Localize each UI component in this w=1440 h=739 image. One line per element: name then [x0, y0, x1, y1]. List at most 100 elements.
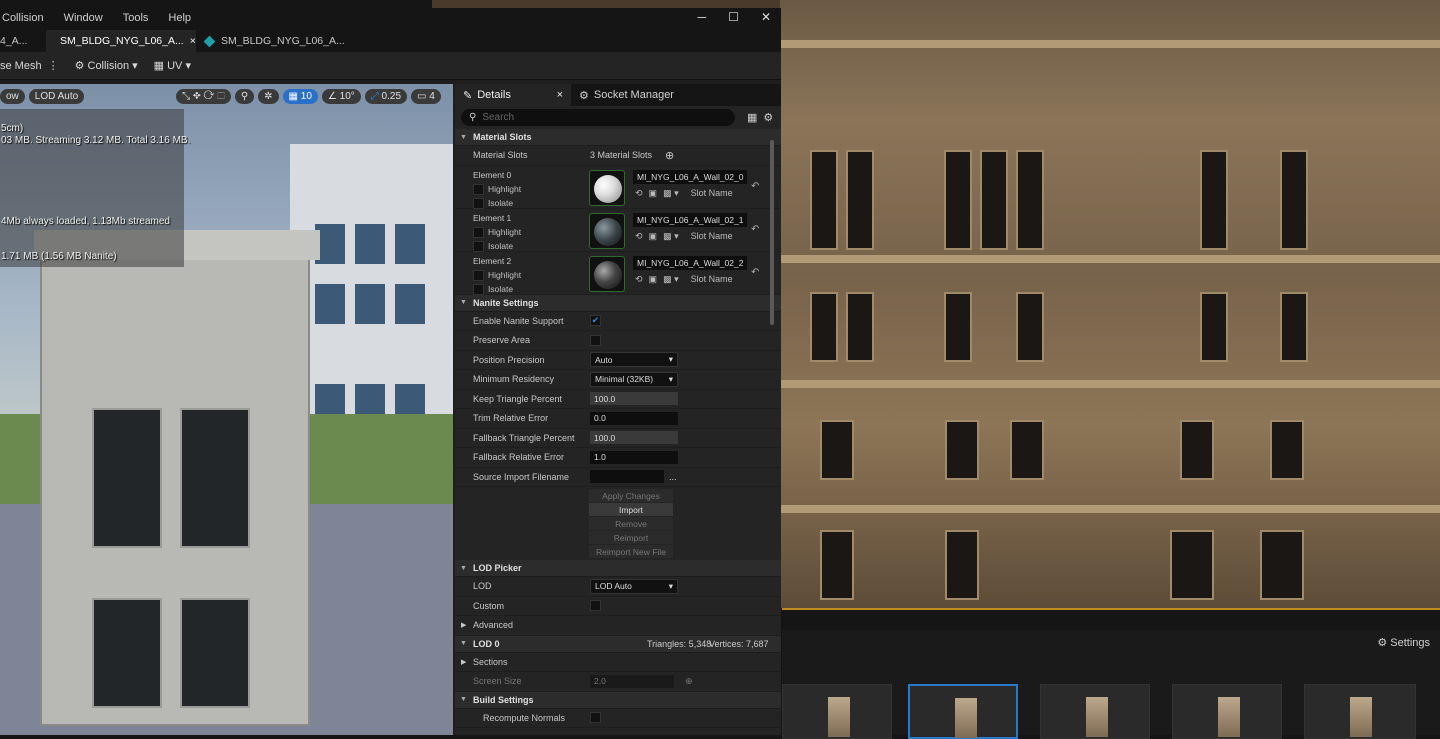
- fallback-triangle-input[interactable]: 100.0: [590, 431, 678, 445]
- dropdown-value: LOD Auto: [595, 581, 632, 592]
- tab-details[interactable]: ✎ Details ×: [455, 84, 571, 106]
- remove-button[interactable]: Remove: [589, 517, 673, 530]
- keep-triangle-input[interactable]: 100.0: [590, 392, 678, 406]
- camera-speed-button[interactable]: ▭ 4: [411, 88, 441, 104]
- asset-thumbnail[interactable]: [908, 684, 1018, 739]
- toolbar-more-icon[interactable]: ⋮: [48, 59, 59, 72]
- menu-help[interactable]: Help: [168, 12, 191, 24]
- isolate-label: Isolate: [488, 241, 514, 251]
- checker-dropdown-icon[interactable]: ▩ ▾: [663, 231, 679, 242]
- transform-tools[interactable]: ⤡ ✥ ⟳ ⬚: [176, 88, 231, 104]
- property-label: Fallback Triangle Percent: [473, 432, 575, 443]
- section-nanite-settings[interactable]: Nanite Settings: [455, 294, 781, 312]
- triangles-count: Triangles: 5,348: [647, 638, 712, 649]
- asset-thumbnail[interactable]: [782, 684, 892, 739]
- lod-button[interactable]: LOD Auto: [28, 88, 85, 104]
- isolate-checkbox[interactable]: [473, 197, 484, 209]
- material-thumbnail[interactable]: [589, 255, 625, 292]
- reset-icon[interactable]: ↶: [751, 267, 759, 278]
- rotation-snap-button[interactable]: ∠ 10°: [321, 88, 361, 104]
- material-thumbnail[interactable]: [589, 169, 625, 206]
- custom-checkbox[interactable]: [590, 600, 601, 612]
- asset-thumbnail[interactable]: [1040, 684, 1150, 739]
- world-local-icon[interactable]: ✲: [258, 88, 279, 104]
- slot-name-field[interactable]: Slot Name: [691, 188, 733, 198]
- browse-mesh-button[interactable]: se Mesh: [0, 60, 42, 72]
- settings-button[interactable]: ⚙ Settings: [1377, 636, 1430, 649]
- material-name-field[interactable]: MI_NYG_L06_A_Wall_02_2: [633, 255, 747, 270]
- grid-snap-button[interactable]: ▦ 10: [282, 88, 318, 104]
- highlight-checkbox[interactable]: [473, 226, 484, 238]
- material-thumbnail[interactable]: [589, 212, 625, 249]
- search-input[interactable]: ⚲ Search: [461, 109, 735, 126]
- enable-nanite-checkbox[interactable]: ✔: [590, 315, 601, 327]
- trim-error-input[interactable]: 0.0: [590, 411, 678, 425]
- section-lod-picker[interactable]: LOD Picker: [455, 560, 781, 577]
- tab-asset-2[interactable]: SM_BLDG_NYG_L06_A...: [196, 30, 353, 52]
- tab-socket-manager[interactable]: ⚙ Socket Manager: [571, 84, 682, 106]
- screen-size-input[interactable]: 2.0: [590, 674, 674, 688]
- dropdown-value: Auto: [595, 354, 613, 365]
- scrollbar[interactable]: [770, 140, 774, 325]
- view-mode-button[interactable]: ow: [0, 88, 25, 104]
- property-label: Source Import Filename: [473, 471, 570, 482]
- source-import-input[interactable]: [590, 470, 664, 484]
- checker-dropdown-icon[interactable]: ▩ ▾: [663, 274, 679, 285]
- minimize-button[interactable]: ─: [698, 10, 707, 24]
- sections-row[interactable]: ▶ Sections: [455, 653, 781, 672]
- reset-icon[interactable]: ↶: [751, 224, 759, 235]
- apply-changes-button[interactable]: Apply Changes: [589, 489, 673, 502]
- fallback-error-input[interactable]: 1.0: [590, 450, 678, 464]
- isolate-checkbox[interactable]: [473, 283, 484, 295]
- highlight-checkbox[interactable]: [473, 269, 484, 281]
- menu-tools[interactable]: Tools: [123, 12, 149, 24]
- add-slot-icon[interactable]: ⊕: [665, 149, 674, 162]
- settings-gear-icon[interactable]: ⚙: [763, 111, 773, 124]
- close-button[interactable]: ✕: [761, 10, 771, 24]
- browse-file-button[interactable]: ...: [669, 472, 677, 482]
- minimum-residency-dropdown[interactable]: Minimal (32KB) ▾: [590, 371, 678, 387]
- browse-icon[interactable]: ⟲: [635, 188, 643, 199]
- reimport-new-file-button[interactable]: Reimport New File: [589, 545, 673, 558]
- collision-dropdown[interactable]: ⚙ Collision ▾: [75, 59, 138, 72]
- import-button[interactable]: Import: [589, 503, 673, 516]
- folder-icon[interactable]: ▣: [649, 231, 658, 242]
- tab-close-icon[interactable]: ×: [190, 35, 196, 47]
- folder-icon[interactable]: ▣: [649, 274, 658, 285]
- tab-asset-0[interactable]: 4_A...: [0, 30, 46, 52]
- details-tab-close-icon[interactable]: ×: [557, 89, 563, 101]
- maximize-button[interactable]: ☐: [728, 10, 739, 24]
- isolate-checkbox[interactable]: [473, 240, 484, 252]
- folder-icon[interactable]: ▣: [649, 188, 658, 199]
- checker-dropdown-icon[interactable]: ▩ ▾: [663, 188, 679, 199]
- browse-icon[interactable]: ⟲: [635, 231, 643, 242]
- highlight-checkbox[interactable]: [473, 183, 484, 195]
- material-name-field[interactable]: MI_NYG_L06_A_Wall_02_1: [633, 212, 747, 227]
- reimport-button[interactable]: Reimport: [589, 531, 673, 544]
- recompute-normals-checkbox[interactable]: [590, 712, 601, 724]
- asset-thumbnail[interactable]: [1304, 684, 1416, 739]
- add-icon[interactable]: ⊕: [685, 676, 693, 687]
- position-precision-dropdown[interactable]: Auto ▾: [590, 352, 678, 368]
- reset-icon[interactable]: ↶: [751, 181, 759, 192]
- tab-asset-active[interactable]: SM_BLDG_NYG_L06_A... ×: [46, 30, 196, 52]
- preserve-area-checkbox[interactable]: [590, 334, 601, 346]
- slot-name-field[interactable]: Slot Name: [691, 231, 733, 241]
- table-view-icon[interactable]: ▦: [747, 111, 757, 124]
- section-material-slots[interactable]: Material Slots: [455, 129, 781, 146]
- material-name-field[interactable]: MI_NYG_L06_A_Wall_02_0: [633, 169, 747, 184]
- scale-snap-button[interactable]: ⤢ 0.25: [364, 88, 408, 104]
- surface-snap-icon[interactable]: ⚲: [234, 88, 255, 104]
- browse-icon[interactable]: ⟲: [635, 274, 643, 285]
- section-lod-0[interactable]: LOD 0 Triangles: 5,348 Vertices: 7,687: [455, 635, 781, 653]
- asset-thumbnail[interactable]: [1172, 684, 1282, 739]
- advanced-row[interactable]: ▶ Advanced: [455, 616, 781, 636]
- slot-name-field[interactable]: Slot Name: [691, 274, 733, 284]
- settings-label: Settings: [1390, 637, 1430, 649]
- section-build-settings[interactable]: Build Settings: [455, 691, 781, 709]
- mesh-viewport[interactable]: 5cm) 03 MB. Streaming 3.12 MB. Total 3.1…: [0, 84, 453, 735]
- lod-dropdown[interactable]: LOD Auto ▾: [590, 578, 678, 594]
- uv-dropdown[interactable]: ▦ UV ▾: [154, 59, 191, 72]
- menu-window[interactable]: Window: [64, 12, 103, 24]
- menu-collision[interactable]: Collision: [2, 12, 44, 24]
